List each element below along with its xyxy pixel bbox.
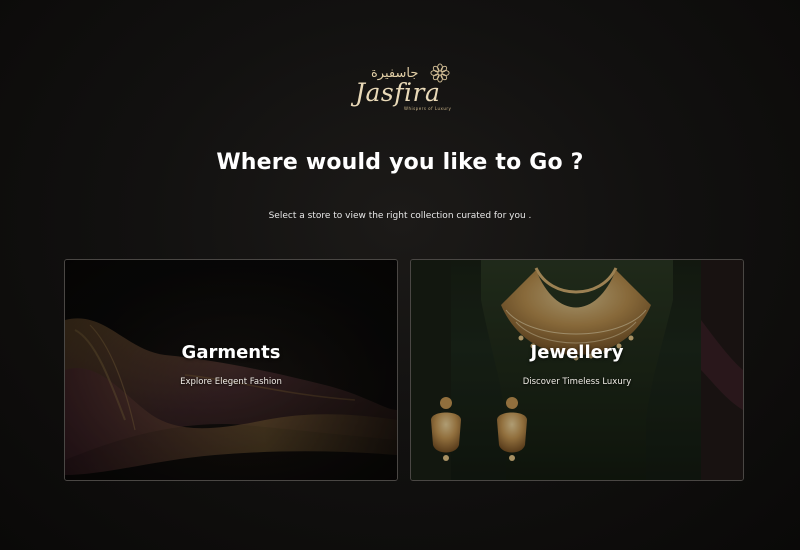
store-card-jewellery[interactable]: Jewellery Discover Timeless Luxury (410, 259, 744, 481)
garments-image (65, 260, 397, 480)
store-selector-page: جاسفيرة Jasfira Whispers of Luxury Where… (0, 0, 800, 550)
store-card-garments[interactable]: Garments Explore Elegent Fashion (64, 259, 398, 481)
jewellery-image (411, 260, 743, 480)
page-title: Where would you like to Go ? (216, 150, 584, 175)
garments-title: Garments (181, 342, 281, 363)
page-subtitle: Select a store to view the right collect… (268, 211, 532, 221)
logo-wordmark: Jasfira (355, 78, 441, 107)
jewellery-subtitle: Discover Timeless Luxury (522, 377, 632, 387)
brand-logo[interactable]: جاسفيرة Jasfira Whispers of Luxury (349, 62, 455, 120)
garments-subtitle: Explore Elegent Fashion (180, 377, 282, 387)
logo-tagline: Whispers of Luxury (404, 106, 452, 111)
jewellery-title: Jewellery (530, 342, 624, 363)
